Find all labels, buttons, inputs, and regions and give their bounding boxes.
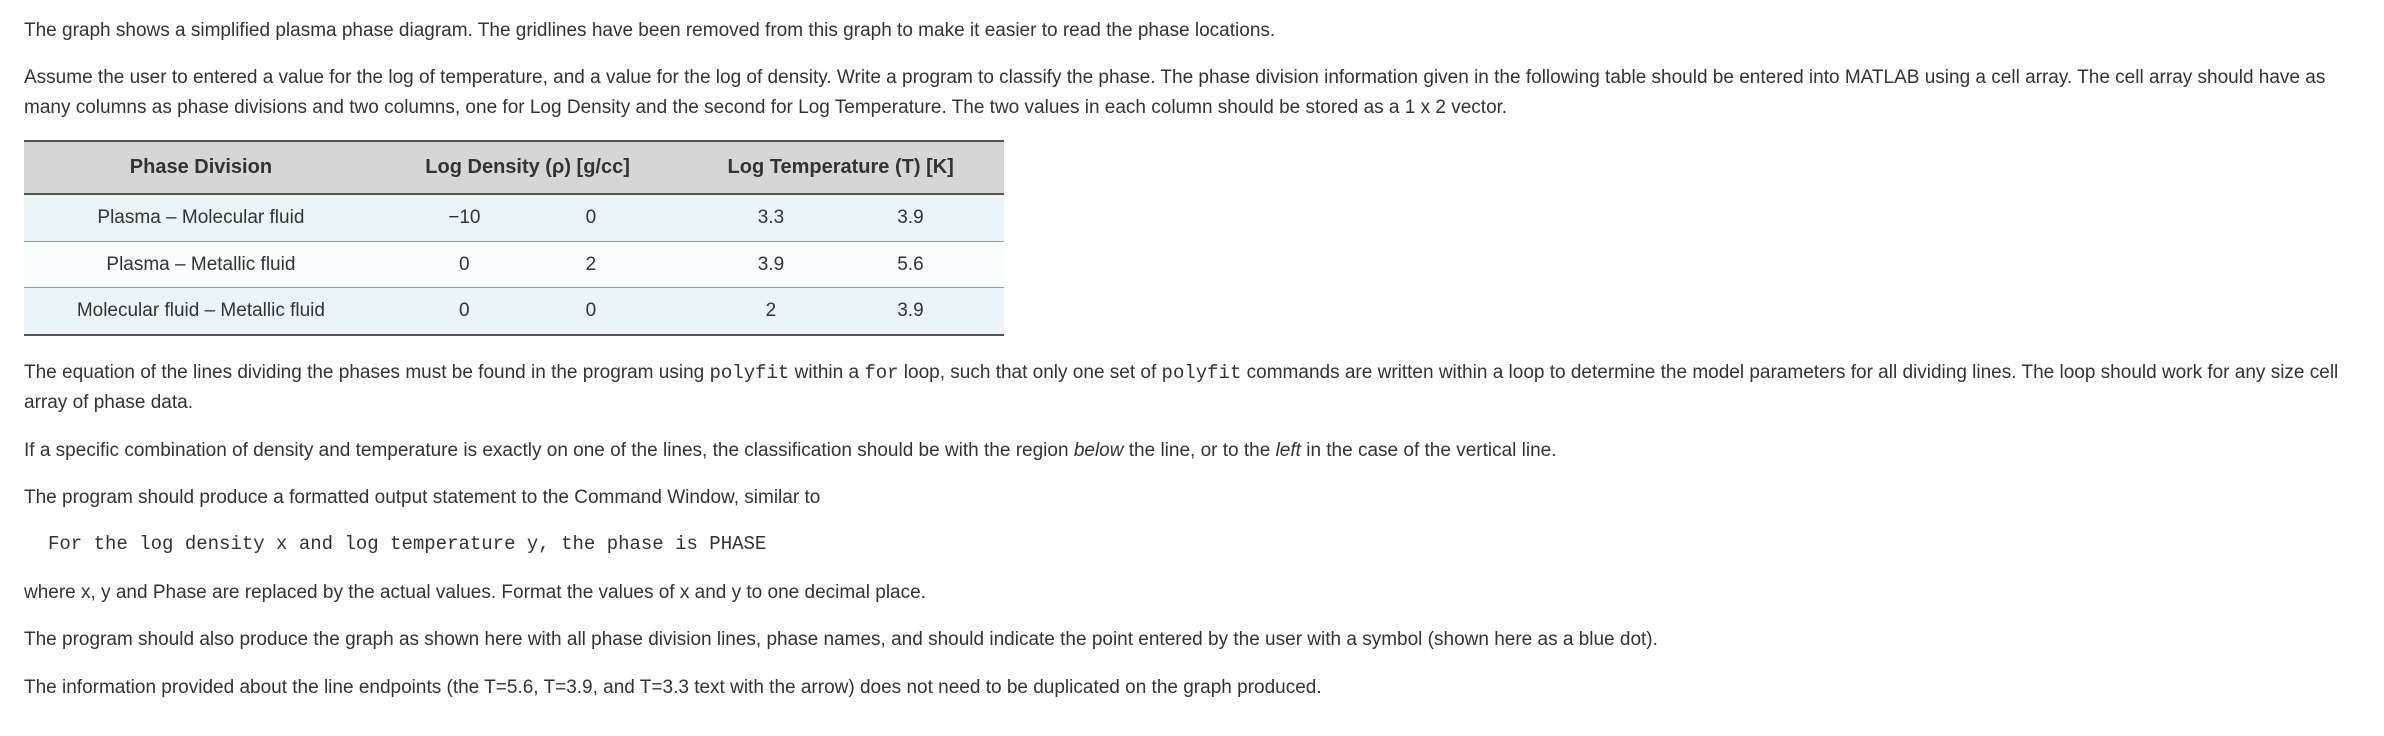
emphasis-below: below [1074, 440, 1124, 461]
output-intro-paragraph: The program should produce a formatted o… [24, 483, 2360, 512]
code-for: for [864, 362, 898, 384]
table-header-density: Log Density (ρ) [g/cc] [378, 141, 678, 194]
intro-paragraph-2: Assume the user to entered a value for t… [24, 63, 2360, 122]
cell-density: −100 [378, 194, 678, 241]
cell-temperature: 3.95.6 [677, 241, 1004, 287]
code-polyfit-2: polyfit [1162, 362, 1242, 384]
polyfit-paragraph: The equation of the lines dividing the p… [24, 358, 2360, 418]
cell-phase-name: Molecular fluid – Metallic fluid [24, 288, 378, 335]
cell-density: 00 [378, 288, 678, 335]
phase-division-table: Phase Division Log Density (ρ) [g/cc] Lo… [24, 140, 1004, 335]
cell-phase-name: Plasma – Metallic fluid [24, 241, 378, 287]
table-row: Plasma – Molecular fluid −100 3.33.9 [24, 194, 1004, 241]
table-header-temperature: Log Temperature (T) [K] [677, 141, 1004, 194]
sample-output-line: For the log density x and log temperatur… [48, 530, 2360, 559]
table-row: Molecular fluid – Metallic fluid 00 23.9 [24, 288, 1004, 335]
emphasis-left: left [1276, 440, 1301, 461]
cell-temperature: 3.33.9 [677, 194, 1004, 241]
table-header-phase: Phase Division [24, 141, 378, 194]
format-paragraph: where x, y and Phase are replaced by the… [24, 578, 2360, 607]
endpoint-note-paragraph: The information provided about the line … [24, 673, 2360, 702]
table-row: Plasma – Metallic fluid 02 3.95.6 [24, 241, 1004, 287]
boundary-rule-paragraph: If a specific combination of density and… [24, 436, 2360, 465]
intro-paragraph-1: The graph shows a simplified plasma phas… [24, 16, 2360, 45]
cell-phase-name: Plasma – Molecular fluid [24, 194, 378, 241]
code-polyfit: polyfit [710, 362, 790, 384]
cell-density: 02 [378, 241, 678, 287]
cell-temperature: 23.9 [677, 288, 1004, 335]
graph-paragraph: The program should also produce the grap… [24, 625, 2360, 654]
